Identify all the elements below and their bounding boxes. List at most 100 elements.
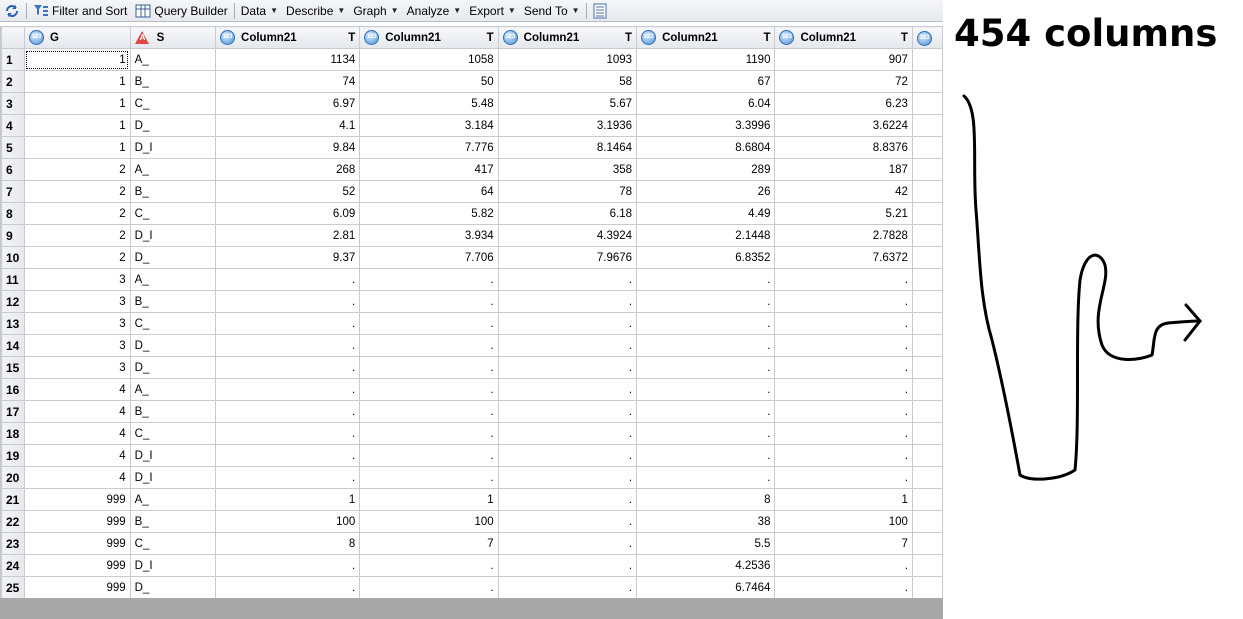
table-row[interactable]: 3 1 C_ 6.97 5.48 5.67 6.04 6.23 (1, 92, 943, 115)
table-cell[interactable]: 1 (774, 488, 913, 511)
table-cell[interactable]: D_I (129, 224, 217, 247)
table-cell[interactable]: 8.1464 (497, 136, 638, 159)
table-cell[interactable]: 3.6224 (774, 114, 913, 137)
table-row[interactable]: 22 999 B_ 100 100. 38 100 (1, 510, 943, 533)
table-row[interactable]: 10 2 D_ 9.37 7.706 7.9676 6.8352 7.6372 (1, 246, 943, 269)
table-cell[interactable]: 3 (23, 356, 131, 379)
table-cell[interactable]: . (636, 268, 776, 291)
table-cell[interactable]: 42 (774, 180, 913, 203)
table-cell[interactable]: 187 (774, 158, 913, 181)
table-cell[interactable]: 7.6372 (774, 246, 913, 269)
table-cell[interactable]: 999 (23, 532, 131, 555)
table-cell[interactable]: 7.9676 (497, 246, 638, 269)
table-cell[interactable]: 4.1 (215, 114, 361, 137)
table-cell[interactable]: 1 (23, 114, 131, 137)
row-number[interactable]: 16 (1, 378, 25, 401)
table-cell[interactable]: 6.18 (497, 202, 638, 225)
table-cell[interactable]: 1 (359, 488, 499, 511)
table-cell[interactable]: . (774, 268, 913, 291)
table-cell[interactable]: . (215, 334, 361, 357)
table-cell[interactable]: A_ (129, 268, 217, 291)
row-number[interactable]: 1 (1, 48, 25, 71)
table-cell[interactable]: 3 (23, 334, 131, 357)
table-cell[interactable]: 1134 (215, 48, 361, 71)
table-cell[interactable]: . (497, 356, 638, 379)
row-number[interactable]: 10 (1, 246, 25, 269)
table-cell[interactable]: 289 (636, 158, 776, 181)
table-row[interactable]: 6 2 A_ 268 417 358 289 187 (1, 158, 943, 181)
table-cell[interactable]: 78 (497, 180, 638, 203)
table-cell[interactable]: . (497, 466, 638, 489)
table-cell[interactable]: D_ (129, 576, 217, 598)
table-cell[interactable]: . (215, 290, 361, 313)
table-cell[interactable] (911, 70, 943, 93)
table-cell[interactable]: C_ (129, 202, 217, 225)
table-cell[interactable] (911, 422, 943, 445)
table-cell[interactable]: . (359, 422, 499, 445)
table-cell[interactable]: 100 (359, 510, 499, 533)
table-cell[interactable]: . (774, 576, 913, 598)
table-cell[interactable]: 8.8376 (774, 136, 913, 159)
table-row[interactable]: 25 999 D_... 6.7464. (1, 576, 943, 598)
column-header-1[interactable]: 123 G (23, 26, 131, 49)
table-cell[interactable]: 4.49 (636, 202, 776, 225)
table-cell[interactable]: . (774, 466, 913, 489)
table-cell[interactable]: . (359, 268, 499, 291)
table-cell[interactable]: 26 (636, 180, 776, 203)
table-cell[interactable]: 5.5 (636, 532, 776, 555)
table-row[interactable]: 14 3 D_..... (1, 334, 943, 357)
table-cell[interactable]: 7 (774, 532, 913, 555)
table-cell[interactable]: 3.934 (359, 224, 499, 247)
table-cell[interactable]: 8.6804 (636, 136, 776, 159)
table-cell[interactable] (911, 48, 943, 71)
table-cell[interactable]: 4 (23, 444, 131, 467)
column-header-6[interactable]: 123 Column21 T (636, 26, 776, 49)
table-cell[interactable]: B_ (129, 70, 217, 93)
table-cell[interactable]: 2 (23, 158, 131, 181)
row-number[interactable]: 6 (1, 158, 25, 181)
table-cell[interactable]: . (774, 422, 913, 445)
table-row[interactable]: 21 999 A_ 1 1. 8 1 (1, 488, 943, 511)
table-cell[interactable] (911, 444, 943, 467)
table-cell[interactable]: 9.37 (215, 246, 361, 269)
table-cell[interactable]: B_ (129, 180, 217, 203)
table-row[interactable]: 19 4 D_I..... (1, 444, 943, 467)
table-cell[interactable] (911, 224, 943, 247)
table-row[interactable]: 11 3 A_..... (1, 268, 943, 291)
table-cell[interactable]: 5.82 (359, 202, 499, 225)
column-header-3[interactable]: 123 Column21 T (215, 26, 361, 49)
table-cell[interactable]: . (359, 444, 499, 467)
table-cell[interactable]: 268 (215, 158, 361, 181)
table-cell[interactable]: 1093 (497, 48, 638, 71)
table-cell[interactable]: 5.21 (774, 202, 913, 225)
table-row[interactable]: 23 999 C_ 8 7. 5.5 7 (1, 532, 943, 555)
row-number[interactable]: 22 (1, 510, 25, 533)
table-cell[interactable]: . (636, 400, 776, 423)
table-cell[interactable]: B_ (129, 510, 217, 533)
table-cell[interactable]: . (636, 312, 776, 335)
table-cell[interactable]: 999 (23, 554, 131, 577)
row-number[interactable]: 8 (1, 202, 25, 225)
table-cell[interactable]: . (359, 334, 499, 357)
table-cell[interactable]: 2.1448 (636, 224, 776, 247)
table-cell[interactable]: . (497, 532, 638, 555)
table-cell[interactable]: 4.2536 (636, 554, 776, 577)
table-cell[interactable]: 4 (23, 400, 131, 423)
table-cell[interactable]: . (636, 444, 776, 467)
table-cell[interactable]: . (359, 400, 499, 423)
row-number[interactable]: 14 (1, 334, 25, 357)
row-number[interactable]: 7 (1, 180, 25, 203)
table-cell[interactable]: 58 (497, 70, 638, 93)
table-cell[interactable]: D_I (129, 466, 217, 489)
row-number[interactable]: 13 (1, 312, 25, 335)
table-cell[interactable]: . (359, 290, 499, 313)
table-cell[interactable]: 38 (636, 510, 776, 533)
table-cell[interactable]: 1 (23, 92, 131, 115)
row-number[interactable]: 19 (1, 444, 25, 467)
table-row[interactable]: 15 3 D_..... (1, 356, 943, 379)
table-cell[interactable]: A_ (129, 378, 217, 401)
table-cell[interactable]: D_ (129, 114, 217, 137)
table-cell[interactable] (911, 334, 943, 357)
row-number[interactable]: 23 (1, 532, 25, 555)
table-cell[interactable]: 9.84 (215, 136, 361, 159)
